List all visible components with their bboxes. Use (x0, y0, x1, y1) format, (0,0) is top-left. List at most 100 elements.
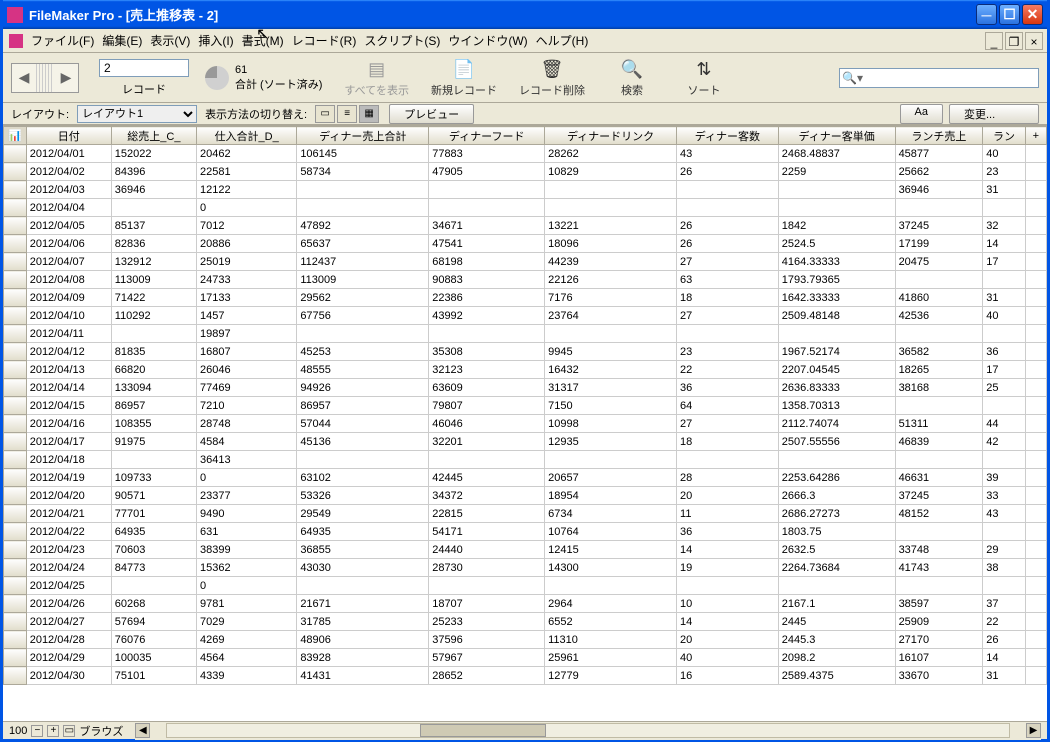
cell[interactable]: 20475 (895, 253, 983, 271)
quickfind-input[interactable] (839, 68, 1039, 88)
mdi-minimize-button[interactable]: _ (985, 32, 1003, 50)
cell[interactable]: 26 (677, 163, 779, 181)
cell[interactable] (895, 271, 983, 289)
row-header[interactable] (4, 217, 27, 235)
cell[interactable]: 27 (677, 307, 779, 325)
table-row[interactable]: 2012/04/2264935631649355417110764361803.… (4, 523, 1047, 541)
cell[interactable]: 14 (983, 235, 1025, 253)
cell[interactable]: 20657 (545, 469, 677, 487)
cell[interactable]: 54171 (429, 523, 545, 541)
menu-record[interactable]: レコード(R) (292, 32, 357, 49)
cell[interactable]: 68198 (429, 253, 545, 271)
cell[interactable]: 46631 (895, 469, 983, 487)
cell[interactable] (778, 451, 895, 469)
cell[interactable]: 38597 (895, 595, 983, 613)
cell[interactable]: 36946 (111, 181, 196, 199)
minimize-button[interactable]: ─ (976, 4, 997, 25)
cell[interactable]: 23377 (197, 487, 297, 505)
menu-file[interactable]: ファイル(F) (31, 32, 94, 49)
menu-edit[interactable]: 編集(E) (102, 32, 142, 49)
column-header[interactable]: ランチ売上 (895, 127, 983, 145)
cell[interactable]: 40 (983, 145, 1025, 163)
cell[interactable]: 90571 (111, 487, 196, 505)
cell[interactable]: 31 (983, 181, 1025, 199)
hscroll-left[interactable]: ◀ (135, 723, 150, 738)
cell[interactable] (545, 577, 677, 595)
column-header[interactable]: 総売上_C_ (111, 127, 196, 145)
cell[interactable]: 2259 (778, 163, 895, 181)
cell[interactable]: 28 (677, 469, 779, 487)
cell[interactable]: 84396 (111, 163, 196, 181)
cell[interactable]: 112437 (297, 253, 429, 271)
cell[interactable]: 77469 (197, 379, 297, 397)
cell[interactable]: 12935 (545, 433, 677, 451)
cell[interactable]: 2012/04/06 (26, 235, 111, 253)
cell[interactable]: 25233 (429, 613, 545, 631)
cell[interactable]: 31785 (297, 613, 429, 631)
column-header[interactable]: 仕入合計_D_ (197, 127, 297, 145)
row-header[interactable] (4, 163, 27, 181)
cell[interactable]: 37245 (895, 217, 983, 235)
row-header[interactable] (4, 325, 27, 343)
cell[interactable]: 2445 (778, 613, 895, 631)
column-header[interactable]: ディナー売上合計 (297, 127, 429, 145)
cell[interactable]: 46046 (429, 415, 545, 433)
cell[interactable]: 25 (983, 379, 1025, 397)
cell[interactable]: 45253 (297, 343, 429, 361)
cell[interactable] (983, 397, 1025, 415)
cell[interactable]: 2012/04/16 (26, 415, 111, 433)
cell[interactable]: 85137 (111, 217, 196, 235)
cell[interactable]: 38399 (197, 541, 297, 559)
cell[interactable]: 14 (677, 613, 779, 631)
table-row[interactable]: 2012/04/02843962258158734479051082926225… (4, 163, 1047, 181)
formatting-bar-button[interactable]: Aa (900, 104, 943, 124)
cell[interactable]: 109733 (111, 469, 196, 487)
cell[interactable]: 2012/04/19 (26, 469, 111, 487)
cell[interactable]: 16807 (197, 343, 297, 361)
table-row[interactable]: 2012/04/040 (4, 199, 1047, 217)
cell[interactable]: 28730 (429, 559, 545, 577)
cell[interactable]: 75101 (111, 667, 196, 685)
cell[interactable]: 35308 (429, 343, 545, 361)
cell[interactable]: 82836 (111, 235, 196, 253)
cell[interactable]: 18954 (545, 487, 677, 505)
cell[interactable]: 23764 (545, 307, 677, 325)
cell[interactable] (895, 325, 983, 343)
cell[interactable] (297, 181, 429, 199)
table-row[interactable]: 2012/04/09714221713329562223867176181642… (4, 289, 1047, 307)
cell[interactable]: 2507.55556 (778, 433, 895, 451)
cell[interactable]: 2012/04/30 (26, 667, 111, 685)
cell[interactable]: 63609 (429, 379, 545, 397)
row-header[interactable] (4, 667, 27, 685)
cell[interactable]: 67756 (297, 307, 429, 325)
cell[interactable]: 2264.73684 (778, 559, 895, 577)
cell[interactable]: 10764 (545, 523, 677, 541)
cell[interactable]: 37596 (429, 631, 545, 649)
cell[interactable]: 19897 (197, 325, 297, 343)
row-header[interactable] (4, 307, 27, 325)
cell[interactable]: 2524.5 (778, 235, 895, 253)
cell[interactable]: 33670 (895, 667, 983, 685)
cell[interactable]: 0 (197, 469, 297, 487)
cell[interactable]: 2012/04/04 (26, 199, 111, 217)
cell[interactable]: 36 (677, 379, 779, 397)
row-header[interactable] (4, 397, 27, 415)
cell[interactable]: 4339 (197, 667, 297, 685)
cell[interactable]: 60268 (111, 595, 196, 613)
row-header[interactable] (4, 649, 27, 667)
cell[interactable] (778, 577, 895, 595)
cell[interactable]: 77701 (111, 505, 196, 523)
form-view-button[interactable]: ▭ (315, 105, 335, 123)
row-header[interactable] (4, 523, 27, 541)
cell[interactable]: 84773 (111, 559, 196, 577)
cell[interactable]: 22815 (429, 505, 545, 523)
cell[interactable]: 41743 (895, 559, 983, 577)
cell[interactable]: 22 (677, 361, 779, 379)
cell[interactable]: 41431 (297, 667, 429, 685)
cell[interactable]: 43030 (297, 559, 429, 577)
cell[interactable]: 36 (983, 343, 1025, 361)
mdi-restore-button[interactable]: ❐ (1005, 32, 1023, 50)
cell[interactable]: 10 (677, 595, 779, 613)
cell[interactable]: 631 (197, 523, 297, 541)
cell[interactable]: 17133 (197, 289, 297, 307)
